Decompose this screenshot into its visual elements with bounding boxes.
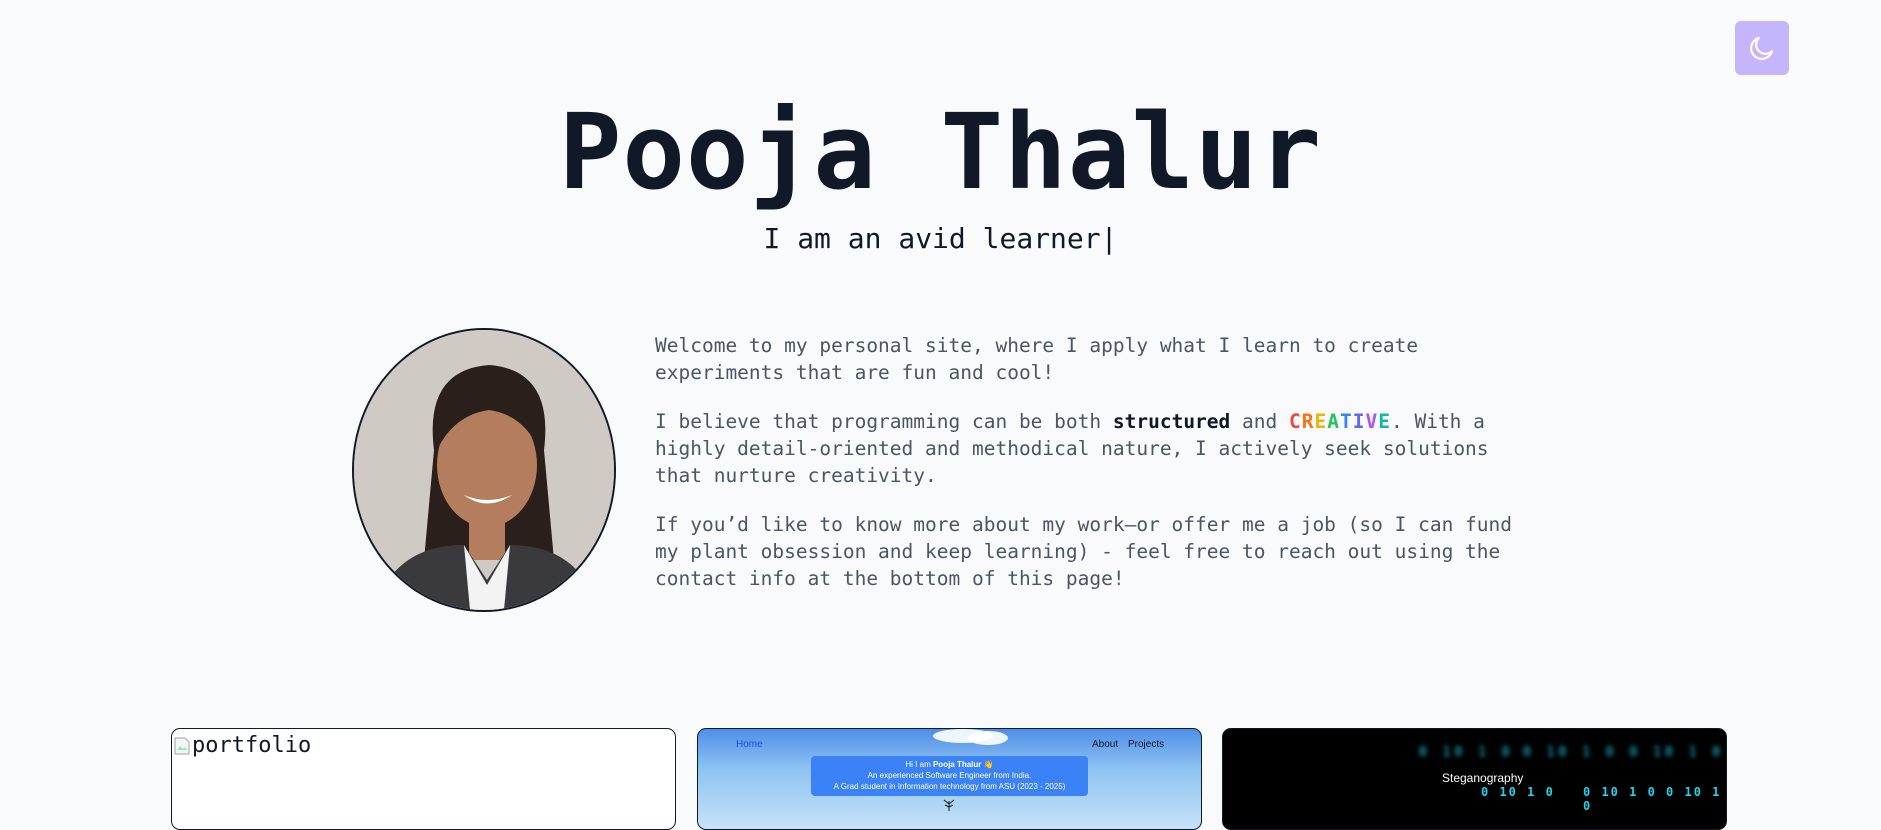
- profile-photo: [354, 330, 614, 610]
- intro-text: Welcome to my personal site, where I app…: [655, 332, 1535, 614]
- project-card-personal-site[interactable]: Home About Projects Hi I am Pooja Thalur…: [697, 728, 1202, 830]
- preview-intro-hi: Hi I am: [905, 760, 933, 769]
- steganography-title: Steganography: [1442, 771, 1524, 785]
- creative-letter: R: [1301, 410, 1315, 433]
- preview-intro-line-2: An experienced Software Engineer from In…: [867, 771, 1032, 780]
- creative-letter: V: [1365, 410, 1379, 433]
- preview-intro-line-3: A Grad student in Information technology…: [833, 782, 1066, 791]
- project-card-portfolio[interactable]: portfolio: [171, 728, 676, 830]
- page-title: Pooja Thalur: [558, 91, 1323, 213]
- creative-letter: A: [1327, 410, 1340, 433]
- binary-blur-row: 0 10 1 0 0 10 1 0: [1523, 745, 1725, 760]
- avatar: [352, 328, 616, 612]
- binary-row: 0 10 1 0: [1481, 785, 1555, 799]
- creative-word: CREATIVE: [1289, 410, 1391, 433]
- intro-paragraph-2: I believe that programming can be both s…: [655, 408, 1535, 489]
- moon-icon: [1750, 36, 1774, 60]
- intro-paragraph-3: If you’d like to know more about my work…: [655, 513, 1513, 590]
- preview-intro-name: Pooja Thalur: [932, 760, 982, 769]
- intro-paragraph-1: Welcome to my personal site, where I app…: [655, 334, 1419, 384]
- broken-image-alt: portfolio: [192, 733, 312, 758]
- project-card-steganography[interactable]: 0 10 1 0 0 10 1 0 0 10 1 0 Steganography…: [1222, 728, 1727, 830]
- creative-letter: E: [1378, 410, 1391, 433]
- creative-letter: T: [1339, 410, 1353, 433]
- cloud: [968, 731, 1008, 745]
- binary-blur-row: 0 10 1 0: [1419, 745, 1514, 760]
- preview-nav-about: About: [1092, 739, 1119, 750]
- preview-intro-line-1: Hi I am Pooja Thalur 👋: [811, 759, 1088, 770]
- intro-text-segment: and: [1230, 410, 1289, 433]
- preview-nav-projects: Projects: [1128, 739, 1165, 750]
- intro-text-segment: I believe that programming can be both: [655, 410, 1113, 433]
- creative-letter: I: [1352, 410, 1366, 433]
- creative-letter: C: [1288, 410, 1302, 433]
- broken-image: portfolio: [174, 733, 311, 758]
- tagline: I am an avid learner|: [763, 222, 1118, 255]
- binary-row: 0 10 1 0 0 10 1 0: [1583, 785, 1722, 813]
- broken-image-icon: [174, 737, 190, 754]
- structured-word: structured: [1112, 410, 1231, 433]
- plant-icon: [943, 799, 955, 811]
- theme-toggle-button[interactable]: [1735, 21, 1789, 75]
- preview-intro-box: Hi I am Pooja Thalur 👋 An experienced So…: [811, 756, 1088, 796]
- creative-letter: E: [1314, 410, 1328, 433]
- preview-nav-home: Home: [736, 739, 763, 750]
- preview-intro-emoji: 👋: [983, 760, 994, 769]
